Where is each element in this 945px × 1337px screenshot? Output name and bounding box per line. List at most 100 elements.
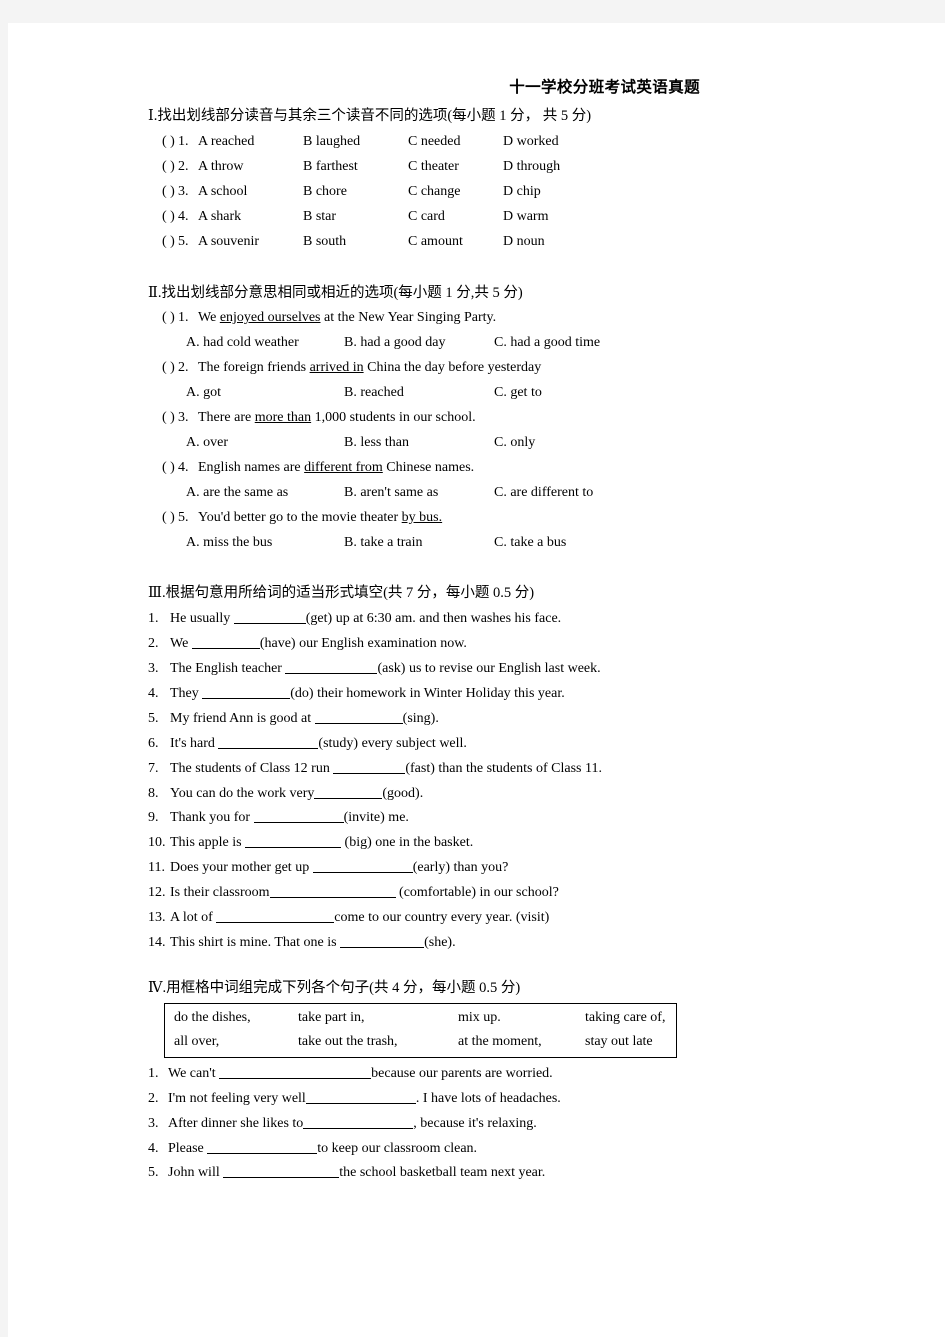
option-b[interactable]: B. reached — [344, 381, 494, 406]
section-3-items: 1. He usually (get) up at 6:30 am. and th… — [148, 607, 708, 956]
option-d[interactable]: D warm — [503, 205, 549, 230]
answer-blank[interactable] — [305, 1090, 416, 1104]
option-row: A. miss the bus B. take a train C. take a … — [148, 531, 708, 556]
answer-blank[interactable] — [253, 809, 344, 824]
stem-text-post: China the day before yesterday — [363, 360, 542, 376]
option-d[interactable]: D chip — [503, 180, 541, 205]
option-b[interactable]: B. aren't same as — [344, 481, 494, 506]
option-d[interactable]: D through — [503, 155, 560, 180]
word-bank-item[interactable]: take part in, — [298, 1006, 458, 1030]
answer-blank[interactable] — [314, 785, 383, 799]
word-bank-item[interactable]: mix up. — [458, 1006, 585, 1030]
item-text-before: You can do the work very — [170, 785, 315, 801]
answer-bracket[interactable]: ( ) — [148, 130, 178, 155]
option-c[interactable]: C. had a good time — [494, 331, 600, 356]
answer-bracket[interactable]: ( ) — [148, 356, 178, 381]
option-a[interactable]: A shark — [198, 205, 303, 230]
option-b[interactable]: B. had a good day — [344, 331, 494, 356]
answer-blank[interactable] — [314, 710, 403, 724]
option-b[interactable]: B south — [303, 230, 408, 255]
option-a[interactable]: A. had cold weather — [186, 331, 344, 356]
answer-bracket[interactable]: ( ) — [148, 456, 178, 481]
answer-blank[interactable] — [285, 660, 378, 675]
option-row: A. had cold weather B. had a good day C. h… — [148, 331, 708, 356]
option-a[interactable]: A reached — [198, 130, 303, 155]
answer-blank[interactable] — [207, 1140, 318, 1154]
item-number: 8. — [148, 785, 159, 801]
item-number: 2. — [148, 636, 159, 652]
option-a[interactable]: A. over — [186, 431, 344, 456]
answer-blank[interactable] — [245, 834, 342, 849]
answer-bracket[interactable]: ( ) — [148, 205, 178, 230]
question-row: ( ) 4. A shark B star C card D warm — [148, 205, 708, 230]
option-b[interactable]: B laughed — [303, 130, 408, 155]
option-c[interactable]: C theater — [408, 155, 503, 180]
answer-bracket[interactable]: ( ) — [148, 306, 178, 331]
answer-blank[interactable] — [333, 760, 406, 774]
section-heading-4: Ⅳ.用框格中词组完成下列各个句子(共 4 分，每小题 0.5 分) — [148, 979, 521, 996]
option-c[interactable]: C change — [408, 180, 503, 205]
option-a[interactable]: A. are the same as — [186, 481, 344, 506]
section-4-items: 1. We can't because our parents are worri… — [148, 1062, 708, 1187]
answer-blank[interactable] — [219, 1065, 372, 1079]
word-bank-item[interactable]: take out the trash, — [298, 1030, 458, 1054]
option-c[interactable]: C. are different to — [494, 481, 593, 506]
option-a[interactable]: A. miss the bus — [186, 531, 344, 556]
option-a[interactable]: A. got — [186, 381, 344, 406]
answer-bracket[interactable]: ( ) — [148, 230, 178, 255]
item-text-after: the school basketball team next year. — [339, 1165, 546, 1181]
answer-bracket[interactable]: ( ) — [148, 506, 178, 531]
option-b[interactable]: B. less than — [344, 431, 494, 456]
answer-bracket[interactable]: ( ) — [148, 180, 178, 205]
answer-blank[interactable] — [269, 884, 396, 899]
option-b[interactable]: B star — [303, 205, 408, 230]
option-b[interactable]: B. take a train — [344, 531, 494, 556]
answer-bracket[interactable]: ( ) — [148, 406, 178, 431]
answer-blank[interactable] — [202, 685, 291, 699]
answer-bracket[interactable]: ( ) — [148, 155, 178, 180]
word-bank-item[interactable]: at the moment, — [458, 1030, 585, 1054]
question-row: ( ) 4. English names are different from Ch… — [148, 456, 708, 481]
option-b[interactable]: B chore — [303, 180, 408, 205]
page-left-margin-strip — [0, 0, 8, 1337]
option-d[interactable]: D worked — [503, 130, 559, 155]
answer-blank[interactable] — [340, 934, 425, 948]
answer-blank[interactable] — [233, 610, 306, 625]
stem-underlined: enjoyed ourselves — [219, 310, 321, 326]
item-number: 13. — [148, 910, 166, 926]
answer-blank[interactable] — [303, 1115, 414, 1129]
section-2-questions: ( ) 1. We enjoyed ourselves at the New Yea… — [148, 306, 708, 555]
option-c[interactable]: C card — [408, 205, 503, 230]
word-bank-item[interactable]: do the dishes, — [174, 1006, 298, 1030]
option-b[interactable]: B farthest — [303, 155, 408, 180]
item-number: 3. — [148, 1115, 159, 1131]
option-d[interactable]: D noun — [503, 230, 545, 255]
option-c[interactable]: C. only — [494, 431, 535, 456]
word-bank-item[interactable]: all over, — [174, 1030, 298, 1054]
option-a[interactable]: A throw — [198, 155, 303, 180]
word-bank-item[interactable]: stay out late — [585, 1030, 653, 1054]
option-c[interactable]: C. get to — [494, 381, 542, 406]
option-c[interactable]: C. take a bus — [494, 531, 566, 556]
option-c[interactable]: C needed — [408, 130, 503, 155]
option-a[interactable]: A school — [198, 180, 303, 205]
answer-blank[interactable] — [191, 635, 260, 650]
item-number: 4. — [148, 685, 159, 701]
option-a[interactable]: A souvenir — [198, 230, 303, 255]
option-c[interactable]: C amount — [408, 230, 503, 255]
answer-blank[interactable] — [312, 859, 413, 874]
answer-blank[interactable] — [216, 909, 335, 924]
answer-blank[interactable] — [223, 1164, 340, 1179]
answer-blank[interactable] — [218, 735, 319, 749]
word-bank-item[interactable]: taking care of, — [585, 1006, 665, 1030]
item-text-after: (early) than you? — [412, 860, 509, 876]
question-row: ( ) 2. The foreign friends arrived in Chin… — [148, 356, 708, 381]
item-text-after: come to our country every year. (visit) — [334, 910, 550, 926]
item-text-after: to keep our classroom clean. — [317, 1140, 478, 1156]
item-text-before: We can't — [168, 1065, 220, 1081]
item-text-before: After dinner she likes to — [168, 1115, 304, 1131]
fill-in-item: 4. Please to keep our classroom clean. — [148, 1137, 708, 1162]
stem-underlined: arrived in — [309, 360, 364, 376]
question-row: ( ) 3. A school B chore C change D chip — [148, 180, 708, 205]
